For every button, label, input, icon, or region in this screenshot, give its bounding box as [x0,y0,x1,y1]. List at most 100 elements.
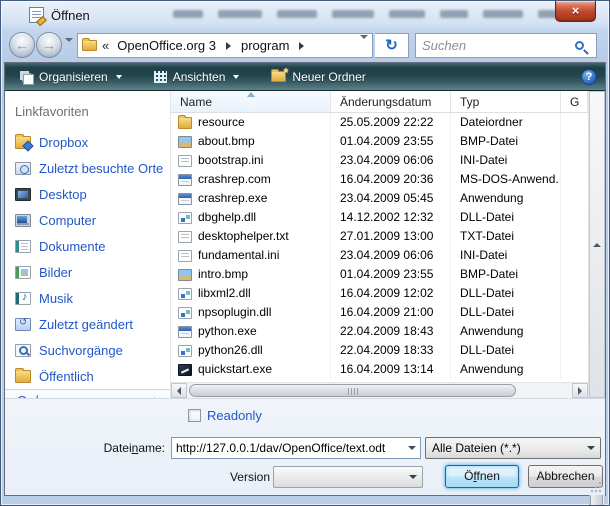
sidebar-item-changed[interactable]: Zuletzt geändert [5,311,170,337]
navigation-bar: ← → « OpenOffice.org 3 program ↻ [1,29,609,62]
table-row[interactable]: python26.dll 22.04.2009 18:33 DLL-Datei [171,341,588,360]
column-header-type[interactable]: Typ [451,91,561,112]
version-select[interactable] [273,466,423,488]
file-name: libxml2.dll [198,284,251,303]
sidebar-item-computer[interactable]: Computer [5,207,170,233]
scroll-up-icon[interactable] [589,91,605,398]
file-date: 23.04.2009 06:06 [331,246,451,265]
table-row[interactable]: desktophelper.txt 27.01.2009 13:00 TXT-D… [171,227,588,246]
scroll-right-icon[interactable] [572,383,588,398]
resize-grip[interactable] [591,482,602,493]
filetype-value: Alle Dateien (*.*) [426,441,582,455]
sidebar-item-public[interactable]: Öffentlich [5,363,170,389]
sidebar-items: Dropbox Zuletzt besuchte Orte Desktop Co… [5,129,170,389]
file-type: Anwendung [451,322,561,341]
column-header-name[interactable]: Name [171,91,331,112]
search-input[interactable] [416,38,575,53]
image-icon [178,269,192,281]
close-button[interactable]: × [555,1,596,22]
file-name: about.bmp [198,132,255,151]
horizontal-scroll-thumb[interactable] [189,384,516,397]
column-header-date[interactable]: Änderungsdatum [331,91,451,112]
table-row[interactable]: dbghelp.dll 14.12.2002 12:32 DLL-Datei [171,208,588,227]
search-icon[interactable] [575,41,584,50]
documents-icon [15,240,31,253]
address-dropdown-icon[interactable] [360,39,368,53]
new-folder-button[interactable]: Neuer Ordner [264,67,372,87]
views-button[interactable]: Ansichten [147,67,247,87]
file-date: 23.04.2009 05:45 [331,189,451,208]
version-dropdown-icon [404,467,422,487]
filename-input[interactable] [172,441,404,455]
file-name: python.exe [198,322,257,341]
sidebar-item-label: Musik [39,291,73,306]
scroll-left-icon[interactable] [171,383,187,398]
forward-button[interactable]: → [36,32,62,58]
file-date: 22.04.2009 18:43 [331,322,451,341]
table-row[interactable]: bootstrap.ini 23.04.2009 06:06 INI-Datei [171,151,588,170]
background-window-blur [173,10,573,22]
table-row[interactable]: intro.bmp 01.04.2009 23:55 BMP-Datei [171,265,588,284]
titlebar[interactable]: Öffnen × [1,1,609,29]
filetype-select[interactable]: Alle Dateien (*.*) [425,437,601,459]
readonly-label[interactable]: Readonly [207,408,262,423]
back-button[interactable]: ← [9,32,35,58]
sidebar-item-music[interactable]: Musik [5,285,170,311]
organize-button[interactable]: Organisieren [13,67,129,87]
readonly-checkbox[interactable] [188,409,201,422]
refresh-button[interactable]: ↻ [375,33,409,58]
sidebar-item-dropbox[interactable]: Dropbox [5,129,170,155]
table-row[interactable]: python.exe 22.04.2009 18:43 Anwendung [171,322,588,341]
filename-label: Dateiname: [5,441,165,455]
table-row[interactable]: libxml2.dll 16.04.2009 12:02 DLL-Datei [171,284,588,303]
breadcrumb-separator-icon[interactable] [226,42,231,50]
table-row[interactable]: npsoplugin.dll 16.04.2009 21:00 DLL-Date… [171,303,588,322]
sidebar-item-search[interactable]: Suchvorgänge [5,337,170,363]
file-name: dbghelp.dll [198,208,256,227]
sidebar-item-desktop[interactable]: Desktop [5,181,170,207]
sidebar-item-label: Zuletzt geändert [39,317,133,332]
search-icon [15,344,31,357]
sidebar-item-documents[interactable]: Dokumente [5,233,170,259]
file-date: 01.04.2009 23:55 [331,265,451,284]
file-size [561,322,588,341]
desktop-icon [15,188,31,201]
sidebar-item-recent[interactable]: Zuletzt besuchte Orte [5,155,170,181]
views-icon [154,71,167,83]
sidebar-item-pictures[interactable]: Bilder [5,259,170,285]
search-box [415,33,597,58]
version-label: Version [145,470,270,484]
dll-icon [178,212,192,224]
help-icon[interactable]: ? [581,69,597,85]
table-row[interactable]: resource 25.05.2009 22:22 Dateiordner [171,113,588,132]
file-date: 27.01.2009 13:00 [331,227,451,246]
open-file-dialog: Öffnen × ← → « OpenOffice.org 3 program … [0,0,610,506]
table-row[interactable]: crashrep.com 16.04.2009 20:36 MS-DOS-Anw… [171,170,588,189]
table-row[interactable]: about.bmp 01.04.2009 23:55 BMP-Datei [171,132,588,151]
table-row[interactable]: fundamental.ini 23.04.2009 06:06 INI-Dat… [171,246,588,265]
dropbox-icon [15,136,31,149]
address-bar[interactable]: « OpenOffice.org 3 program [77,33,373,58]
file-name: bootstrap.ini [198,151,263,170]
history-dropdown-icon[interactable] [65,42,73,56]
sidebar-item-label: Dropbox [39,135,88,150]
column-headers: Name Änderungsdatum Typ G [171,91,588,113]
file-size [561,189,588,208]
music-icon [15,292,31,305]
file-date: 14.12.2002 12:32 [331,208,451,227]
table-row[interactable]: quickstart.exe 16.04.2009 13:14 Anwendun… [171,360,588,379]
horizontal-scroll-track[interactable] [187,383,572,398]
file-date: 16.04.2009 12:02 [331,284,451,303]
file-list-panel: Name Änderungsdatum Typ G resource 25.0 [171,91,588,398]
filename-dropdown-icon[interactable] [404,438,420,458]
new-folder-icon [271,71,286,82]
open-button[interactable]: Öffnen [445,465,519,488]
file-type: Anwendung [451,360,561,379]
breadcrumb-collapse[interactable]: « [102,38,109,53]
dialog-icon [29,7,44,23]
breadcrumb-separator-icon[interactable] [299,42,304,50]
breadcrumb-item-program[interactable]: program [238,36,292,55]
breadcrumb-item-root[interactable]: OpenOffice.org 3 [114,36,219,55]
table-row[interactable]: crashrep.exe 23.04.2009 05:45 Anwendung [171,189,588,208]
column-header-size[interactable]: G [561,91,588,112]
